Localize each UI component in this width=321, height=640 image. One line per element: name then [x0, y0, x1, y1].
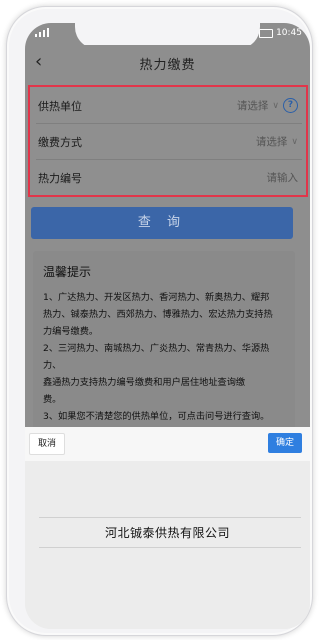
tips-body: 1、广达热力、开发区热力、香河热力、新奥热力、耀邦 热力、铖泰热力、西郊热力、博…	[43, 289, 287, 425]
phone-frame: 10:45 ‹ 热力缴费 供热单位 请选择 ∨ ? 缴费方式 请选择 ∨ 热力编…	[6, 6, 313, 636]
status-right: 10:45	[259, 27, 302, 39]
picker-wheel[interactable]: 河北铖泰供热有限公司	[25, 461, 310, 629]
tips-line: 2、三河热力、南城热力、广炎热力、常青热力、华源热力、	[43, 343, 270, 371]
method-select[interactable]: 请选择 ∨	[256, 134, 298, 149]
query-button[interactable]: 查 询	[31, 207, 293, 239]
number-label: 热力编号	[38, 172, 82, 185]
picker-toolbar: 取消 确定	[25, 427, 310, 461]
picker-line	[39, 517, 301, 518]
chevron-down-icon: ∨	[272, 100, 279, 111]
chevron-down-icon: ∨	[291, 136, 298, 147]
method-label: 缴费方式	[38, 136, 82, 149]
battery-icon	[259, 28, 274, 38]
tips-line: 热力、铖泰热力、西郊热力、博雅热力、宏达热力支持热	[43, 309, 273, 320]
tips-panel: 温馨提示 1、广达热力、开发区热力、香河热力、新奥热力、耀邦 热力、铖泰热力、西…	[33, 251, 295, 429]
tips-line: 鑫通热力支持热力编号缴费和用户居住地址查询缴	[43, 377, 246, 388]
method-value: 请选择	[255, 136, 288, 148]
tips-line: 3、如果您不清楚您的供热单位，可点击问号进行查询。	[43, 411, 270, 422]
signal-icon	[35, 28, 49, 37]
form-row-unit[interactable]: 供热单位 请选择 ∨ ?	[36, 87, 302, 123]
tips-title: 温馨提示	[43, 265, 92, 279]
unit-select[interactable]: 请选择 ∨ ?	[237, 98, 298, 113]
unit-value: 请选择	[236, 100, 269, 112]
confirm-button[interactable]: 确定	[268, 433, 302, 453]
dimmed-content: 供热单位 请选择 ∨ ? 缴费方式 请选择 ∨ 热力编号 请输入 查 询 温馨提…	[25, 81, 310, 441]
page-title: 热力缴费	[139, 58, 196, 73]
tips-line: 力编号缴费。	[43, 326, 99, 337]
picker-option[interactable]: 河北铖泰供热有限公司	[25, 524, 310, 541]
nav-bar: ‹ 热力缴费	[25, 45, 310, 81]
form-row-method[interactable]: 缴费方式 请选择 ∨	[36, 123, 302, 159]
unit-label: 供热单位	[38, 100, 82, 113]
cancel-button[interactable]: 取消	[29, 433, 65, 455]
status-time: 10:45	[276, 28, 302, 38]
screen: 10:45 ‹ 热力缴费 供热单位 请选择 ∨ ? 缴费方式 请选择 ∨ 热力编…	[25, 23, 310, 629]
number-input[interactable]: 请输入	[267, 170, 299, 185]
tips-line: 1、广达热力、开发区热力、香河热力、新奥热力、耀邦	[43, 292, 270, 303]
form-section: 供热单位 请选择 ∨ ? 缴费方式 请选择 ∨ 热力编号 请输入	[28, 85, 308, 197]
picker-line	[39, 547, 301, 548]
help-icon[interactable]: ?	[283, 98, 298, 113]
form-row-number[interactable]: 热力编号 请输入	[36, 159, 302, 195]
tips-line: 费。	[43, 394, 62, 405]
